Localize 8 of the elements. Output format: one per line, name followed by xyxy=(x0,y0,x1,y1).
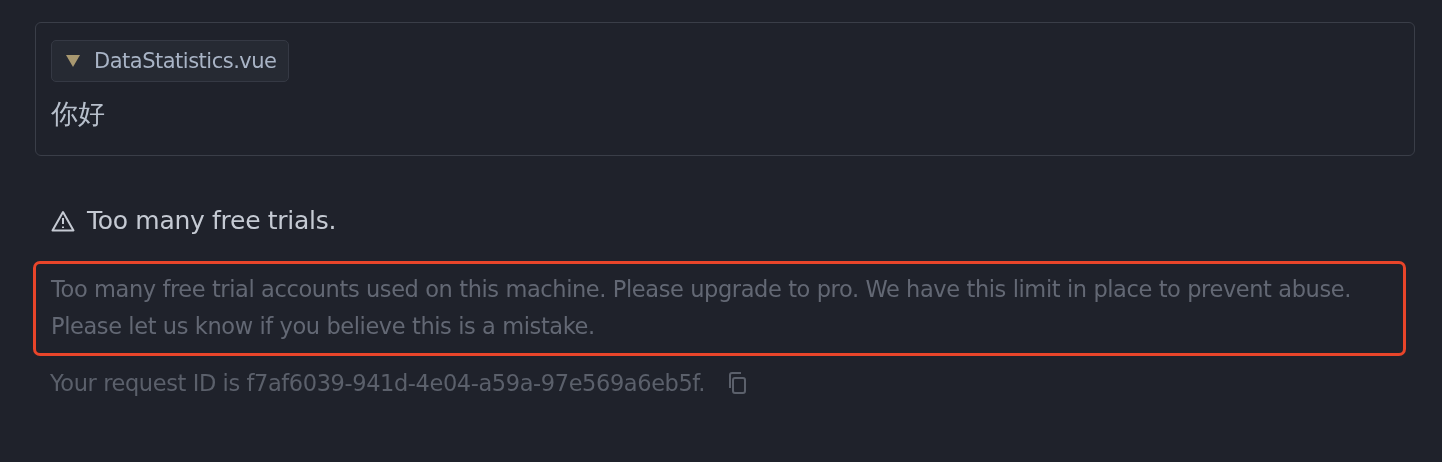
request-id: Your request ID is f7af6039-941d-4e04-a59a-97e569a6eb5f. xyxy=(50,370,705,396)
error-message: Too many free trial accounts used on this machine. Please upgrade to pro. We have this limit in place to prevent abuse. Please let us know if you believe this is a mistake. xyxy=(51,275,1352,341)
copy-icon[interactable] xyxy=(727,372,747,394)
triangle-icon xyxy=(66,55,80,67)
file-chip[interactable]: DataStatistics.vue xyxy=(51,40,290,82)
error-title: Too many free trials. xyxy=(87,206,337,235)
warning-icon xyxy=(51,209,75,232)
user-message: 你好 xyxy=(51,98,106,130)
